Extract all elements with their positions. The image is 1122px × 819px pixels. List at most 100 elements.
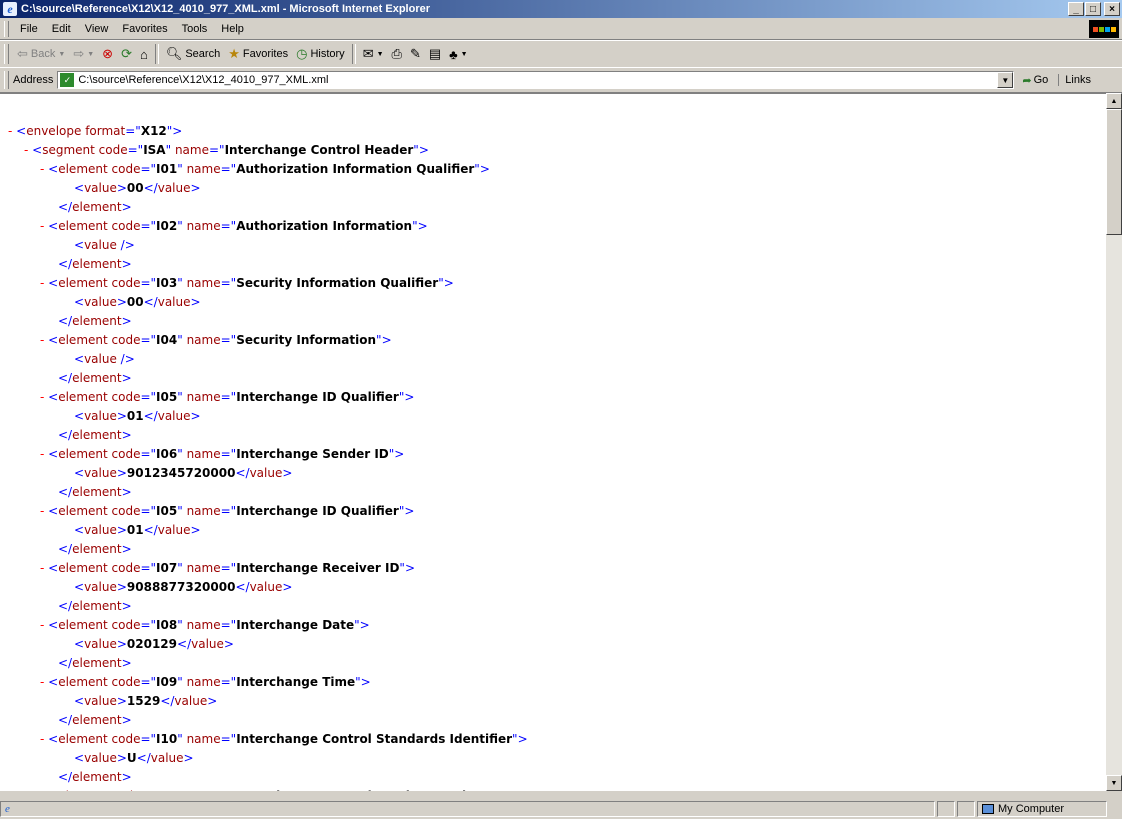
stop-button[interactable]: ⊗ (98, 43, 117, 65)
refresh-button[interactable]: ⟳ (117, 43, 136, 65)
mail-button[interactable]: ✉ ▼ (359, 43, 388, 65)
xml-line[interactable]: - <element code="I05" name="Interchange … (8, 502, 1106, 521)
collapse-toggle[interactable]: - (40, 219, 48, 233)
xml-line[interactable]: - <element code="I09" name="Interchange … (8, 673, 1106, 692)
xml-line: <value>00</value> (8, 293, 1106, 312)
xml-line: </element> (8, 711, 1106, 730)
menu-tools[interactable]: Tools (175, 23, 215, 35)
collapse-toggle[interactable]: - (40, 789, 48, 791)
back-button[interactable]: ⇦ Back ▼ (13, 43, 69, 65)
toolbar-grip[interactable] (4, 44, 9, 64)
xml-line[interactable]: - <element code="I08" name="Interchange … (8, 616, 1106, 635)
collapse-toggle[interactable]: - (24, 143, 32, 157)
menu-edit[interactable]: Edit (45, 23, 78, 35)
close-button[interactable]: × (1104, 2, 1120, 16)
xml-bracket: > (116, 466, 127, 480)
xml-attr-name: name (182, 732, 221, 746)
address-dropdown-button[interactable]: ▼ (997, 72, 1014, 88)
menu-file[interactable]: File (13, 23, 45, 35)
messenger-button[interactable]: ♣ ▼ (445, 43, 471, 65)
xml-attr-quote: =" (140, 276, 157, 290)
collapse-toggle[interactable]: - (40, 504, 48, 518)
toolbar-grip[interactable] (4, 21, 9, 37)
xml-bracket: > (381, 333, 392, 347)
xml-tag-name: value (157, 181, 191, 195)
xml-line[interactable]: - <element code="I01" name="Authorizatio… (8, 160, 1106, 179)
xml-attr-name: code (107, 504, 141, 518)
scroll-down-button[interactable]: ▼ (1106, 775, 1122, 791)
go-button[interactable]: ➦ Go (1022, 74, 1048, 87)
xml-tree: - <envelope format="X12"> - <segment code… (0, 94, 1106, 791)
maximize-button[interactable]: □ (1085, 2, 1101, 16)
xml-tag-name: element (58, 789, 107, 791)
xml-line[interactable]: - <envelope format="X12"> (8, 122, 1106, 141)
collapse-toggle[interactable]: - (40, 162, 48, 176)
menu-favorites[interactable]: Favorites (115, 23, 174, 35)
scroll-up-button[interactable]: ▲ (1106, 93, 1122, 109)
vertical-scrollbar[interactable]: ▲ ▼ (1106, 93, 1122, 791)
history-button[interactable]: ◷ History (292, 43, 349, 65)
xml-bracket: < (48, 561, 59, 575)
xml-attr-value: I04 (156, 333, 178, 347)
edit-button[interactable]: ✎ (406, 43, 425, 65)
collapse-toggle[interactable]: - (40, 675, 48, 689)
collapse-toggle[interactable]: - (40, 732, 48, 746)
xml-bracket: < (48, 732, 59, 746)
xml-bracket: </ (136, 751, 151, 765)
xml-line: </element> (8, 198, 1106, 217)
discuss-button[interactable]: ▤ (425, 43, 445, 65)
xml-line: </element> (8, 483, 1106, 502)
collapse-toggle[interactable]: - (40, 390, 48, 404)
xml-attr-quote: =" (220, 675, 237, 689)
chevron-down-icon: ▼ (376, 50, 384, 58)
status-zone: My Computer (977, 801, 1107, 817)
collapse-toggle[interactable]: - (40, 618, 48, 632)
xml-attr-quote: =" (125, 124, 141, 138)
xml-bracket: /> (116, 352, 135, 366)
windows-logo-icon (1089, 20, 1119, 38)
xml-line[interactable]: - <element code="I11" name="Interchange … (8, 787, 1106, 791)
forward-button[interactable]: ⇨ ▼ (69, 43, 98, 65)
xml-tag-name: element (72, 314, 122, 328)
address-box[interactable]: ✓ ▼ (57, 71, 1015, 89)
xml-line[interactable]: - <element code="I05" name="Interchange … (8, 388, 1106, 407)
chevron-down-icon: ▼ (87, 50, 95, 58)
xml-tag-name: element (58, 162, 108, 176)
collapse-toggle[interactable]: - (8, 124, 16, 138)
search-button[interactable]: 🔍︎ Search (162, 43, 224, 65)
xml-tag-name: element (72, 542, 122, 556)
xml-line[interactable]: - <element code="I04" name="Security Inf… (8, 331, 1106, 350)
address-input[interactable] (78, 74, 998, 86)
xml-text-value: 020129 (126, 637, 178, 651)
print-button[interactable]: ⎙ (388, 43, 406, 65)
favorites-button[interactable]: ★ Favorites (224, 43, 292, 65)
xml-text-value: 01 (126, 523, 144, 537)
collapse-toggle[interactable]: - (40, 333, 48, 347)
xml-line[interactable]: - <element code="I10" name="Interchange … (8, 730, 1106, 749)
minimize-button[interactable]: _ (1068, 2, 1084, 16)
xml-line[interactable]: - <segment code="ISA" name="Interchange … (8, 141, 1106, 160)
title-bar: e C:\source\Reference\X12\X12_4010_977_X… (0, 0, 1122, 18)
xml-attr-value: Interchange Control Standards Identifier (236, 732, 513, 746)
xml-line[interactable]: - <element code="I02" name="Authorizatio… (8, 217, 1106, 236)
back-label: Back (30, 48, 56, 60)
xml-bracket: </ (160, 694, 175, 708)
menu-help[interactable]: Help (214, 23, 251, 35)
toolbar-grip[interactable] (4, 71, 9, 89)
menu-view[interactable]: View (78, 23, 116, 35)
xml-line[interactable]: - <element code="I03" name="Security Inf… (8, 274, 1106, 293)
scroll-thumb[interactable] (1106, 109, 1122, 235)
xml-bracket: > (116, 694, 127, 708)
collapse-toggle[interactable]: - (40, 561, 48, 575)
xml-attr-value: Interchange Time (236, 675, 356, 689)
home-button[interactable]: ⌂ (136, 43, 152, 65)
xml-tag-name: value (84, 409, 117, 423)
collapse-toggle[interactable]: - (40, 447, 48, 461)
collapse-toggle[interactable]: - (40, 276, 48, 290)
xml-attr-quote: =" (220, 618, 237, 632)
xml-bracket: > (443, 276, 454, 290)
xml-attr-quote: =" (140, 618, 157, 632)
links-toolbar[interactable]: Links (1058, 74, 1091, 86)
xml-line[interactable]: - <element code="I07" name="Interchange … (8, 559, 1106, 578)
xml-line[interactable]: - <element code="I06" name="Interchange … (8, 445, 1106, 464)
